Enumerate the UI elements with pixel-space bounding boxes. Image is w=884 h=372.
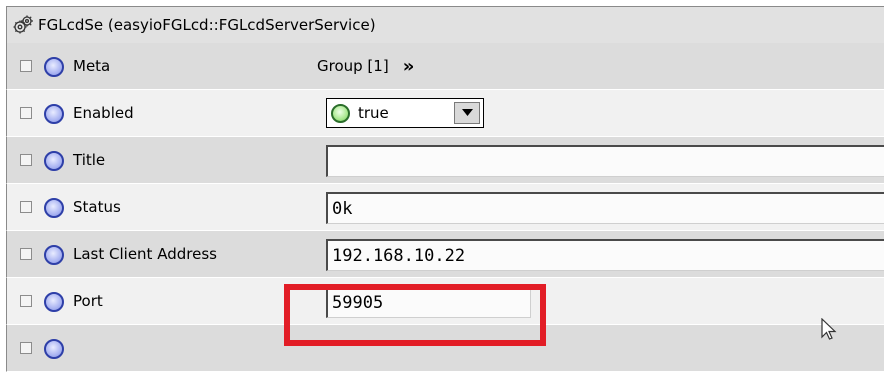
property-row-partial[interactable] — [6, 325, 884, 372]
status-field[interactable]: 0k — [326, 192, 884, 224]
property-label: Last Client Address — [73, 245, 217, 263]
property-value: 0k — [315, 184, 884, 230]
mouse-pointer-icon — [821, 318, 837, 340]
slot-icon — [44, 198, 64, 218]
property-row-status[interactable]: Status 0k — [6, 184, 884, 231]
triangle-down-icon — [461, 109, 473, 116]
slot-icon — [44, 104, 64, 124]
port-field[interactable]: 59905 — [326, 286, 531, 318]
dropdown-arrow-button[interactable] — [454, 102, 480, 124]
gears-icon — [13, 15, 33, 34]
property-label: Status — [73, 198, 121, 216]
slot-icon — [44, 292, 64, 312]
meta-group-label: Group [1] — [317, 57, 389, 75]
property-list: Meta Group [1] » Enabled true Title Stat… — [6, 43, 884, 372]
row-checkbox[interactable] — [20, 201, 32, 213]
slot-icon — [44, 151, 64, 171]
property-value: true — [315, 90, 884, 136]
property-value: 59905 — [315, 278, 884, 324]
property-row-last-client-address[interactable]: Last Client Address 192.168.10.22 — [6, 231, 884, 278]
meta-group-value[interactable]: Group [1] » — [317, 43, 415, 89]
row-checkbox[interactable] — [20, 107, 32, 119]
property-value: Group [1] » — [315, 43, 884, 89]
property-sheet-header: FGLcdSe (easyioFGLcd::FGLcdServerService… — [6, 6, 884, 43]
property-row-title[interactable]: Title — [6, 137, 884, 184]
expand-icon[interactable]: » — [403, 56, 415, 77]
row-checkbox[interactable] — [20, 248, 32, 260]
enabled-dropdown[interactable]: true — [326, 98, 484, 128]
row-checkbox[interactable] — [20, 154, 32, 166]
property-value: 192.168.10.22 — [315, 231, 884, 277]
last-client-address-field[interactable]: 192.168.10.22 — [326, 239, 884, 271]
property-row-meta[interactable]: Meta Group [1] » — [6, 43, 884, 90]
enabled-value: true — [358, 104, 389, 122]
status-circle-icon — [331, 103, 350, 123]
row-checkbox[interactable] — [20, 295, 32, 307]
slot-icon — [44, 245, 64, 265]
property-label: Enabled — [73, 104, 134, 122]
title-field[interactable] — [326, 145, 884, 177]
property-row-port[interactable]: Port 59905 — [6, 278, 884, 325]
page-title: FGLcdSe (easyioFGLcd::FGLcdServerService… — [38, 16, 376, 34]
row-checkbox[interactable] — [20, 60, 32, 72]
slot-icon — [44, 339, 64, 359]
slot-icon — [44, 57, 64, 77]
property-value — [315, 137, 884, 183]
property-row-enabled[interactable]: Enabled true — [6, 90, 884, 137]
property-label: Port — [73, 292, 103, 310]
property-label: Title — [73, 151, 106, 169]
row-checkbox[interactable] — [20, 342, 32, 354]
property-label: Meta — [73, 57, 111, 75]
